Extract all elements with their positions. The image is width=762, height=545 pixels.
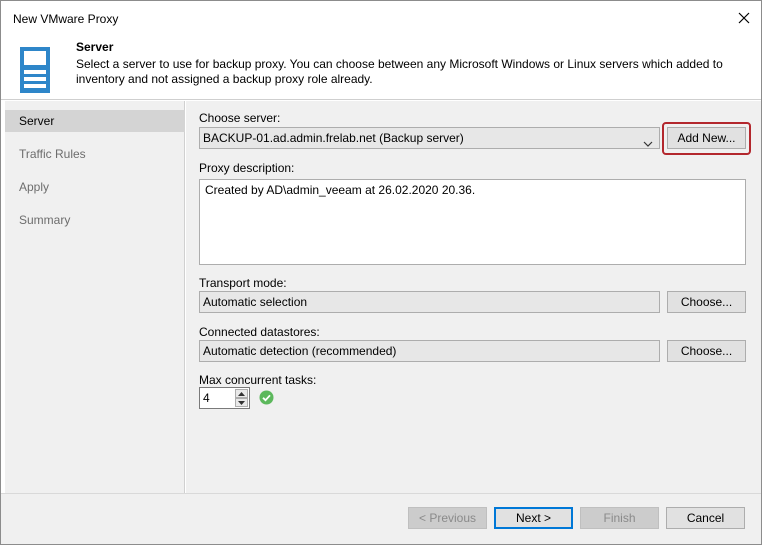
add-new-button[interactable]: Add New...: [667, 127, 746, 149]
sidebar-item-traffic-rules[interactable]: Traffic Rules: [5, 143, 185, 165]
caret-up-icon: [238, 391, 245, 396]
server-step-content: Choose server: BACKUP-01.ad.admin.frelab…: [186, 101, 761, 493]
finish-button[interactable]: Finish: [580, 507, 659, 529]
transport-mode-choose-button[interactable]: Choose...: [667, 291, 746, 313]
transport-mode-field: Automatic selection: [199, 291, 660, 313]
stepper-up-button[interactable]: [235, 389, 248, 398]
transport-mode-label: Transport mode:: [199, 276, 287, 290]
new-vmware-proxy-dialog: New VMware Proxy Server Select a server …: [0, 0, 762, 545]
title-bar: New VMware Proxy: [1, 1, 761, 35]
sidebar-item-summary[interactable]: Summary: [5, 209, 185, 231]
sidebar-item-apply[interactable]: Apply: [5, 176, 185, 198]
check-circle-icon: [259, 390, 274, 408]
cancel-button[interactable]: Cancel: [666, 507, 745, 529]
choose-server-dropdown[interactable]: BACKUP-01.ad.admin.frelab.net (Backup se…: [199, 127, 660, 149]
server-icon: [20, 47, 50, 96]
wizard-steps-sidebar: Server Traffic Rules Apply Summary: [5, 101, 185, 493]
proxy-description-label: Proxy description:: [199, 161, 295, 175]
close-icon[interactable]: [733, 7, 755, 29]
connected-datastores-field: Automatic detection (recommended): [199, 340, 660, 362]
wizard-header: Server Select a server to use for backup…: [1, 35, 761, 100]
previous-button[interactable]: < Previous: [408, 507, 487, 529]
stepper-buttons: [235, 389, 248, 407]
max-concurrent-tasks-label: Max concurrent tasks:: [199, 373, 317, 387]
max-concurrent-tasks-stepper[interactable]: 4: [199, 387, 250, 409]
caret-down-icon: [238, 400, 245, 405]
chevron-down-icon: [643, 134, 653, 154]
step-description: Select a server to use for backup proxy.…: [76, 57, 723, 86]
next-button[interactable]: Next >: [494, 507, 573, 529]
choose-server-value: BACKUP-01.ad.admin.frelab.net (Backup se…: [203, 131, 464, 145]
proxy-description-field[interactable]: Created by AD\admin_veeam at 26.02.2020 …: [199, 179, 746, 265]
step-title: Server: [76, 40, 114, 54]
max-concurrent-tasks-value: 4: [203, 391, 210, 405]
connected-datastores-label: Connected datastores:: [199, 325, 320, 339]
datastores-choose-button[interactable]: Choose...: [667, 340, 746, 362]
window-title: New VMware Proxy: [13, 12, 119, 26]
choose-server-label: Choose server:: [199, 111, 281, 125]
sidebar-item-server[interactable]: Server: [5, 110, 185, 132]
wizard-footer: < Previous Next > Finish Cancel: [1, 493, 761, 544]
stepper-down-button[interactable]: [235, 398, 248, 407]
